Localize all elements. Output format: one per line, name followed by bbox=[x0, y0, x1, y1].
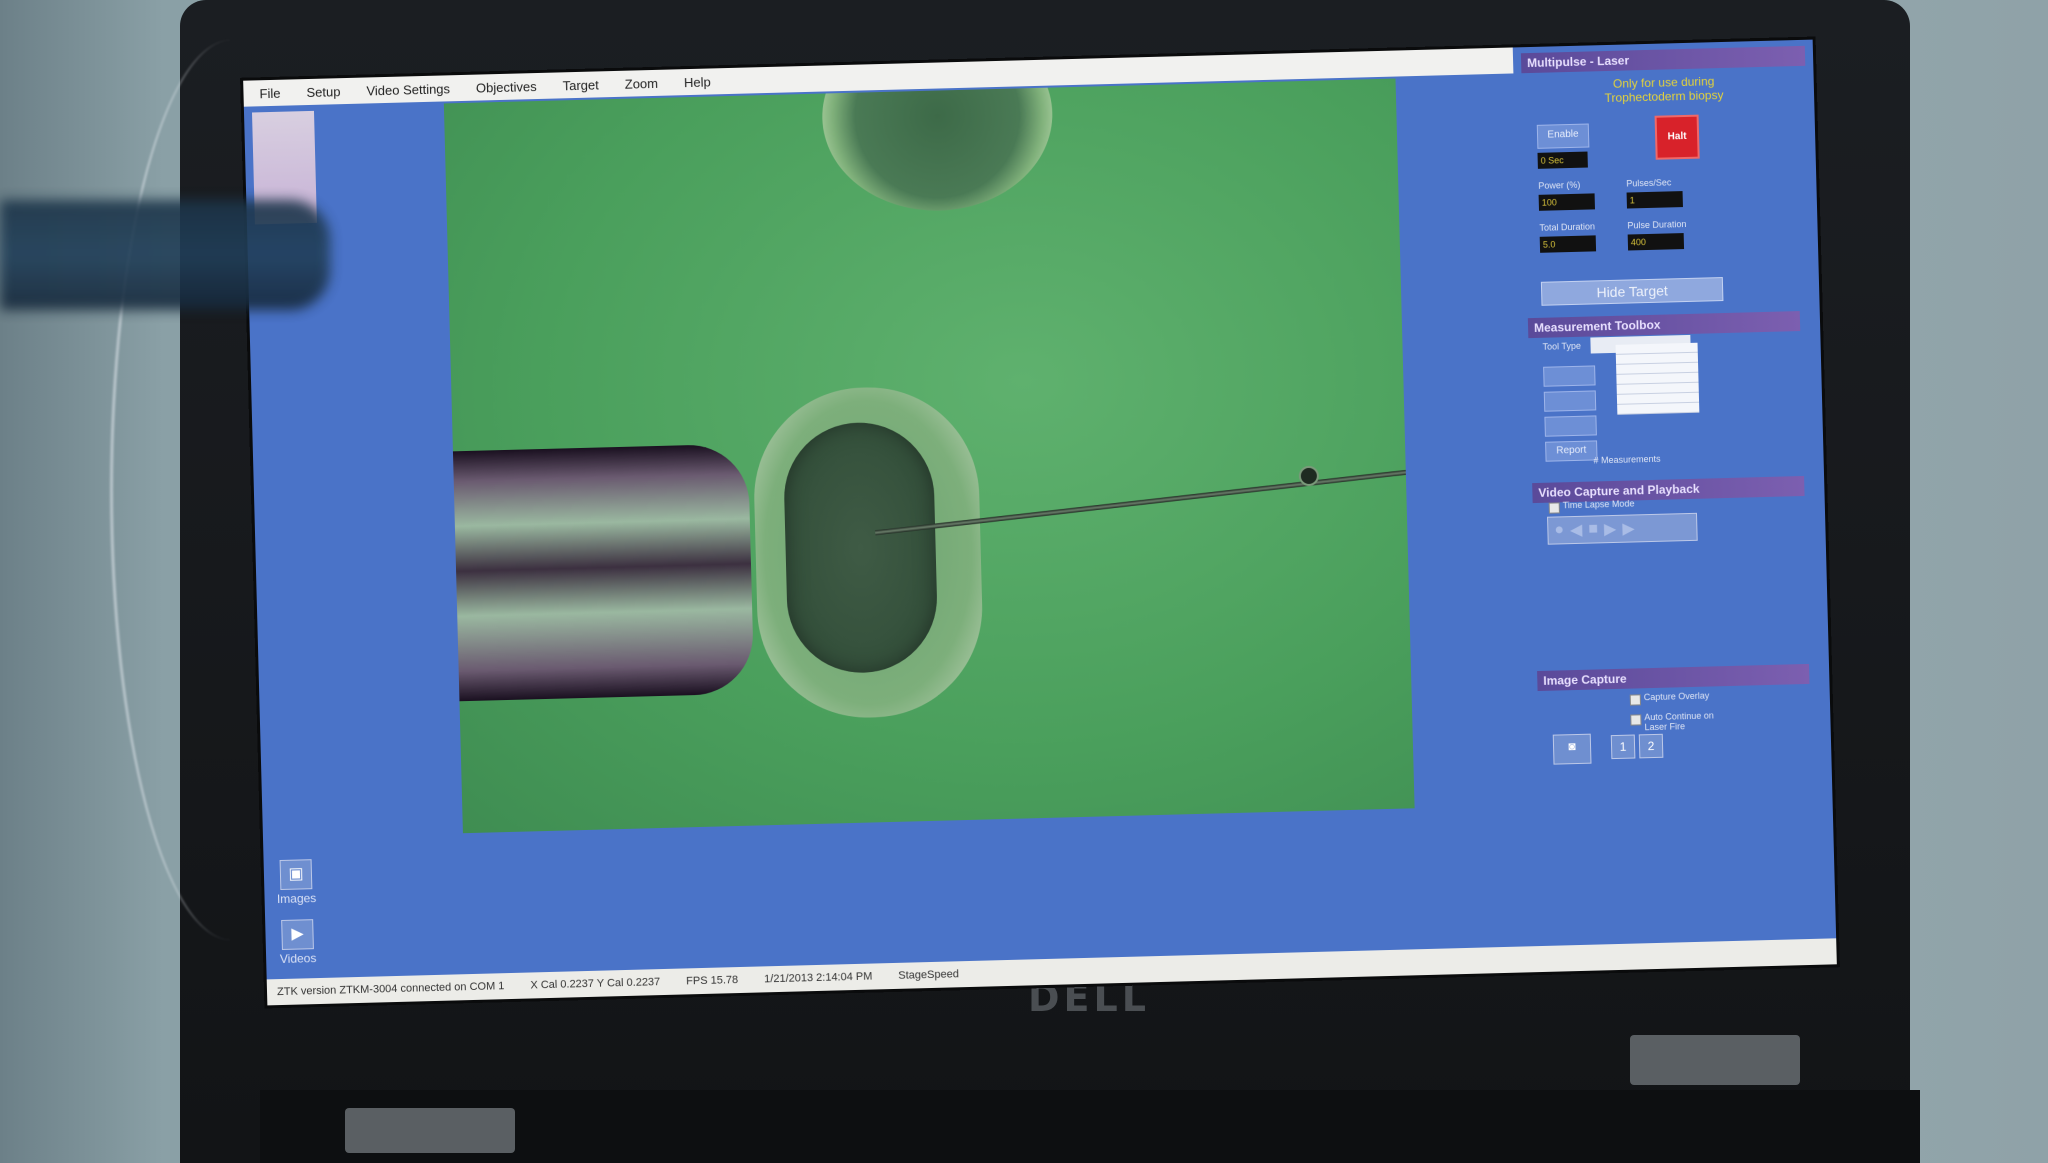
camera-icon[interactable]: ◙ bbox=[1552, 733, 1592, 765]
hinge-right bbox=[1630, 1035, 1800, 1085]
measurement-grid[interactable] bbox=[1615, 342, 1700, 415]
play-forward-icon[interactable]: ▶ bbox=[1604, 519, 1617, 539]
power-input[interactable]: 100 bbox=[1538, 193, 1595, 211]
auto-continue-label: Auto Continue on Laser Fire bbox=[1644, 710, 1714, 733]
record-icon[interactable]: ● bbox=[1554, 521, 1564, 539]
measurements-count-label: # Measurements bbox=[1593, 453, 1661, 466]
foreground-cable bbox=[0, 200, 330, 310]
laser-panel-title: Multipulse - Laser bbox=[1520, 45, 1806, 74]
measure-button-2[interactable] bbox=[1543, 390, 1597, 412]
timer-display: 0 Sec bbox=[1537, 151, 1588, 169]
fast-forward-icon[interactable]: ▶ bbox=[1622, 518, 1635, 538]
status-calibration: X Cal 0.2237 Y Cal 0.2237 bbox=[530, 976, 661, 992]
capture-button-2[interactable]: 2 bbox=[1638, 733, 1664, 759]
menu-objectives[interactable]: Objectives bbox=[472, 76, 541, 97]
videos-label: Videos bbox=[279, 951, 317, 967]
auto-continue-checkbox[interactable] bbox=[1630, 714, 1642, 726]
image-capture-title: Image Capture bbox=[1537, 663, 1810, 692]
measure-button-3[interactable] bbox=[1544, 415, 1597, 437]
playback-controls[interactable]: ● ◀ ■ ▶ ▶ bbox=[1547, 512, 1698, 545]
stop-icon[interactable]: ■ bbox=[1588, 520, 1598, 538]
pulses-input[interactable]: 1 bbox=[1626, 191, 1683, 209]
halt-button[interactable]: Halt bbox=[1654, 114, 1700, 160]
power-label: Power (%) bbox=[1538, 179, 1581, 191]
timelapse-label: Time Lapse Mode bbox=[1562, 498, 1635, 511]
hinge-left bbox=[345, 1108, 515, 1153]
status-stage: StageSpeed bbox=[898, 968, 960, 982]
capture-overlay-checkbox[interactable] bbox=[1629, 694, 1641, 706]
pulses-label: Pulses/Sec bbox=[1626, 177, 1672, 189]
holding-pipette bbox=[443, 443, 755, 702]
report-button[interactable]: Report bbox=[1545, 440, 1598, 462]
tool-type-label: Tool Type bbox=[1542, 340, 1582, 352]
microscope-viewer[interactable] bbox=[443, 78, 1415, 834]
pulse-duration-input[interactable]: 400 bbox=[1627, 233, 1685, 251]
laser-note: Only for use during Trophectoderm biopsy bbox=[1514, 72, 1815, 108]
total-duration-input[interactable]: 5.0 bbox=[1539, 235, 1597, 253]
rewind-icon[interactable]: ◀ bbox=[1570, 520, 1583, 540]
embryo-cell bbox=[782, 420, 939, 675]
menu-video-settings[interactable]: Video Settings bbox=[362, 79, 454, 100]
status-fps: FPS 15.78 bbox=[686, 974, 739, 988]
app-screen: File Setup Video Settings Objectives Tar… bbox=[243, 39, 1837, 1006]
embryo-top bbox=[819, 78, 1055, 214]
measure-button-1[interactable] bbox=[1543, 365, 1596, 387]
measurement-title: Measurement Toolbox bbox=[1527, 311, 1801, 339]
pulse-duration-label: Pulse Duration bbox=[1627, 218, 1687, 231]
menu-target[interactable]: Target bbox=[558, 75, 603, 95]
side-panel: Multipulse - Laser Only for use during T… bbox=[1512, 39, 1837, 973]
status-version: ZTK version ZTKM-3004 connected on COM 1 bbox=[276, 980, 505, 999]
timelapse-checkbox[interactable] bbox=[1548, 502, 1560, 514]
status-datetime: 1/21/2013 2:14:04 PM bbox=[763, 970, 873, 986]
capture-overlay-label: Capture Overlay bbox=[1643, 690, 1710, 703]
background-cable bbox=[110, 40, 353, 940]
menu-help[interactable]: Help bbox=[680, 72, 715, 92]
enable-button[interactable]: Enable bbox=[1536, 123, 1590, 149]
menu-zoom[interactable]: Zoom bbox=[621, 73, 663, 93]
total-duration-label: Total Duration bbox=[1539, 221, 1596, 233]
hide-target-button[interactable]: Hide Target bbox=[1540, 277, 1724, 306]
capture-button-1[interactable]: 1 bbox=[1610, 734, 1636, 760]
